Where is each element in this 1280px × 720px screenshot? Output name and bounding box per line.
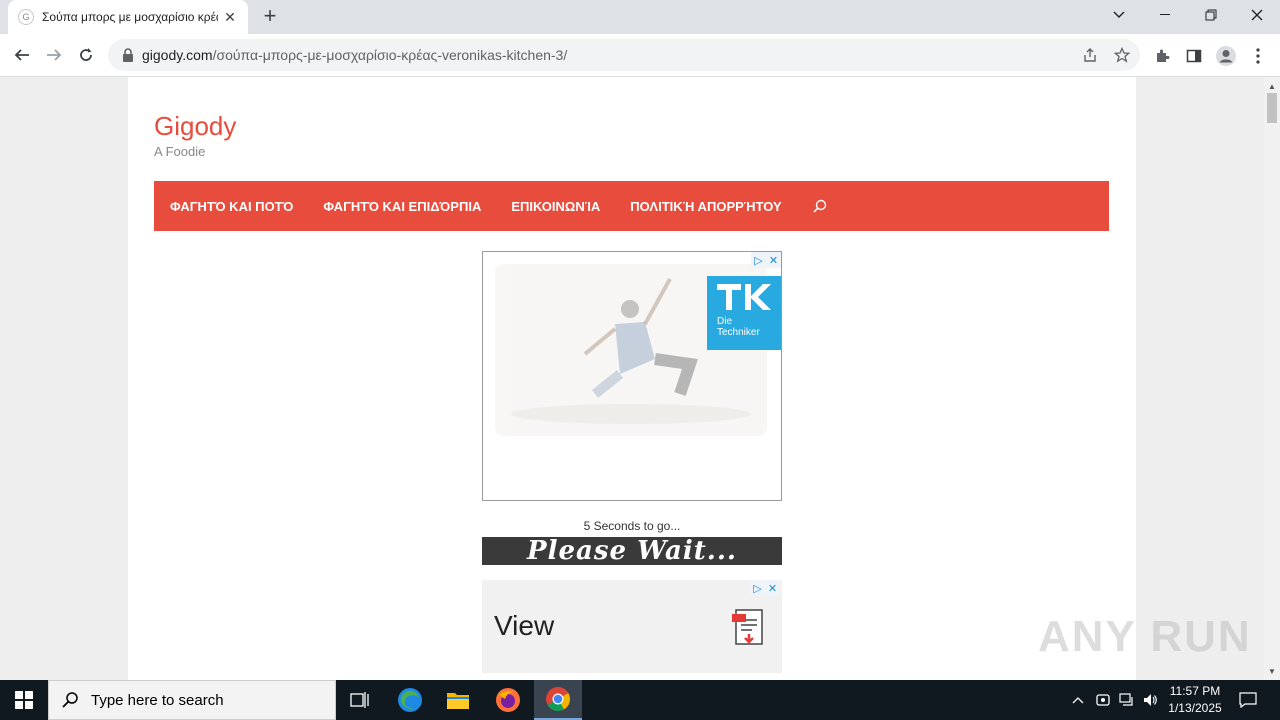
scroll-up-arrow-icon[interactable]: ▲ (1264, 79, 1280, 93)
pdf-download-icon[interactable] (730, 608, 766, 648)
countdown-text: 5 Seconds to go... (583, 519, 681, 533)
forward-arrow-icon[interactable] (39, 40, 69, 70)
site-title[interactable]: Gigody (154, 111, 236, 142)
menu-item-contact[interactable]: ΕΠΙΚΟΙΝΩΝΊΑ (511, 199, 600, 214)
back-arrow-icon[interactable] (7, 40, 37, 70)
taskbar-clock[interactable]: 11:57 PM 1/13/2025 (1160, 683, 1230, 717)
page-viewport: Gigody A Foodie ΦΑΓΗΤΌ ΚΑΙ ΠΟΤΌ ΦΑΓΗΤΌ Κ… (0, 77, 1264, 680)
search-icon (62, 692, 78, 708)
browser-toolbar: gigody.com/σούπα-μπορς-με-μοσχαρίσιο-κρέ… (0, 34, 1280, 77)
meet-now-icon[interactable] (1093, 690, 1113, 710)
taskbar-search-box[interactable]: Type here to search (48, 680, 336, 720)
anyrun-watermark: ANY RUN (1038, 612, 1252, 661)
tab-title: Σούπα μπορς με μοσχαρίσιο κρέας - veroni… (42, 10, 218, 24)
file-explorer-icon[interactable] (434, 680, 482, 720)
ad-banner-view[interactable]: View ▷ ✕ (482, 580, 782, 673)
scroll-thumb[interactable] (1267, 93, 1277, 123)
ad-close-icon[interactable]: ✕ (766, 252, 781, 268)
menu-item-food-drink[interactable]: ΦΑΓΗΤΌ ΚΑΙ ΠΟΤΌ (170, 199, 293, 214)
adchoices-icon[interactable]: ▷ (751, 252, 766, 268)
ad-banner-techniker[interactable]: Die Techniker ▷ ✕ (482, 251, 782, 501)
clock-time: 11:57 PM (1169, 684, 1221, 698)
close-window-icon[interactable] (1234, 0, 1280, 30)
browser-tab-bar: G Σούπα μπορς με μοσχαρίσιο κρέας - vero… (0, 0, 1280, 34)
url-text: gigody.com/σούπα-μπορς-με-μοσχαρίσιο-κρέ… (142, 47, 568, 63)
site-container: Gigody A Foodie ΦΑΓΗΤΌ ΚΑΙ ΠΟΤΌ ΦΑΓΗΤΌ Κ… (128, 77, 1136, 680)
network-icon[interactable] (1116, 690, 1136, 710)
site-favicon-icon: G (18, 9, 34, 25)
tab-close-icon[interactable]: ✕ (222, 9, 238, 26)
task-view-icon[interactable] (336, 680, 384, 720)
edge-browser-icon[interactable] (386, 680, 434, 720)
tray-chevron-up-icon[interactable] (1068, 690, 1088, 710)
browser-menu-icon[interactable] (1246, 44, 1270, 68)
taskbar-search-placeholder: Type here to search (91, 691, 224, 709)
adchoices-control[interactable]: ▷ ✕ (751, 252, 781, 268)
bookmark-star-icon[interactable] (1112, 45, 1132, 65)
browser-tab[interactable]: G Σούπα μπορς με μοσχαρίσιο κρέας - vero… (8, 0, 248, 34)
ad-view-text[interactable]: View (494, 610, 554, 642)
clock-date: 1/13/2025 (1168, 701, 1222, 715)
extensions-puzzle-icon[interactable] (1150, 44, 1174, 68)
adchoices-icon[interactable]: ▷ (750, 580, 765, 596)
restore-icon[interactable] (1188, 0, 1234, 30)
share-icon[interactable] (1080, 45, 1100, 65)
address-bar[interactable]: gigody.com/σούπα-μπορς-με-μοσχαρίσιο-κρέ… (108, 39, 1140, 71)
page-scrollbar[interactable]: ▲ ▼ (1264, 77, 1280, 680)
volume-icon[interactable] (1140, 690, 1160, 710)
search-icon[interactable] (812, 198, 828, 214)
windows-start-icon[interactable] (0, 680, 48, 720)
techniker-logo[interactable]: Die Techniker (707, 276, 781, 350)
notifications-icon[interactable] (1238, 690, 1258, 710)
logo-line-1: Die (717, 316, 733, 327)
profile-avatar-icon[interactable] (1214, 44, 1238, 68)
windows-taskbar: Type here to search 11:57 PM 1/13/2025 (0, 680, 1280, 720)
scroll-down-arrow-icon[interactable]: ▼ (1264, 664, 1280, 678)
main-navigation: ΦΑΓΗΤΌ ΚΑΙ ΠΟΤΌ ΦΑΓΗΤΌ ΚΑΙ ΕΠΙΔΌΡΠΙΑ ΕΠΙ… (154, 181, 1109, 231)
logo-line-2: Techniker (717, 327, 760, 338)
site-description: A Foodie (154, 144, 206, 159)
minimize-icon[interactable] (1142, 0, 1188, 30)
please-wait-banner: Please Wait... (482, 537, 782, 565)
tab-search-chevron-icon[interactable] (1096, 0, 1142, 30)
lock-icon (123, 48, 133, 62)
ad-close-icon[interactable]: ✕ (765, 580, 780, 596)
reload-icon[interactable] (71, 40, 101, 70)
side-panel-icon[interactable] (1182, 44, 1206, 68)
adchoices-control-2[interactable]: ▷ ✕ (750, 580, 780, 596)
menu-item-food-dessert[interactable]: ΦΑΓΗΤΌ ΚΑΙ ΕΠΙΔΌΡΠΙΑ (323, 199, 481, 214)
chrome-icon[interactable] (534, 680, 582, 720)
menu-item-privacy-policy[interactable]: ΠΟΛΙΤΙΚΉ ΑΠΟΡΡΉΤΟΥ (630, 199, 781, 214)
firefox-icon[interactable] (484, 680, 532, 720)
new-tab-icon[interactable]: + (258, 5, 282, 29)
